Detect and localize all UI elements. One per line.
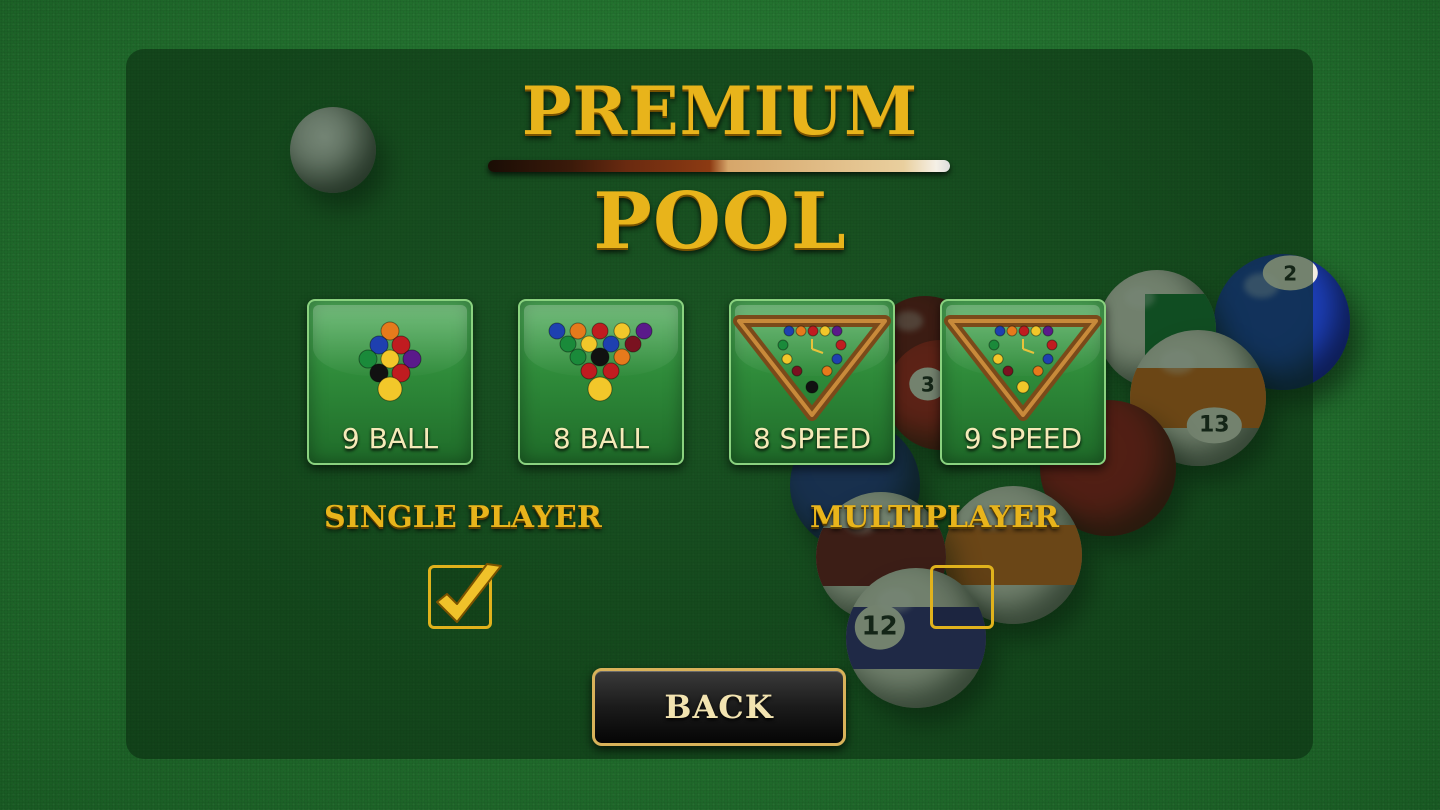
back-button-label: BACK [664,688,774,726]
mode-label: 9 SPEED [963,422,1083,455]
mode-8-ball-button[interactable]: 8 BALL [518,299,684,465]
nine-ball-rack-icon [358,321,422,402]
mode-label: 8 BALL [552,422,650,455]
cue-stick-divider [488,160,950,172]
speed-rack-clock-icon [733,315,891,421]
menu-panel [126,49,1313,759]
title-pool: POOL [593,176,847,267]
multiplayer-checkbox[interactable] [930,565,994,629]
title-premium: PREMIUM [521,72,919,150]
checkmark-icon [436,563,502,623]
mode-9-speed-button[interactable]: 9 SPEED [940,299,1106,465]
mode-9-ball-button[interactable]: 9 BALL [307,299,473,465]
speed-rack-clock-icon [944,315,1102,421]
mode-label: 8 SPEED [752,422,872,455]
multiplayer-label: MULTIPLAYER [810,500,1060,535]
eight-ball-rack-icon [548,322,653,402]
single-player-label: SINGLE PLAYER [324,500,602,535]
single-player-checkbox[interactable] [428,563,502,629]
mode-label: 9 BALL [341,422,439,455]
back-button[interactable]: BACK [592,668,846,746]
mode-8-speed-button[interactable]: 8 SPEED [729,299,895,465]
